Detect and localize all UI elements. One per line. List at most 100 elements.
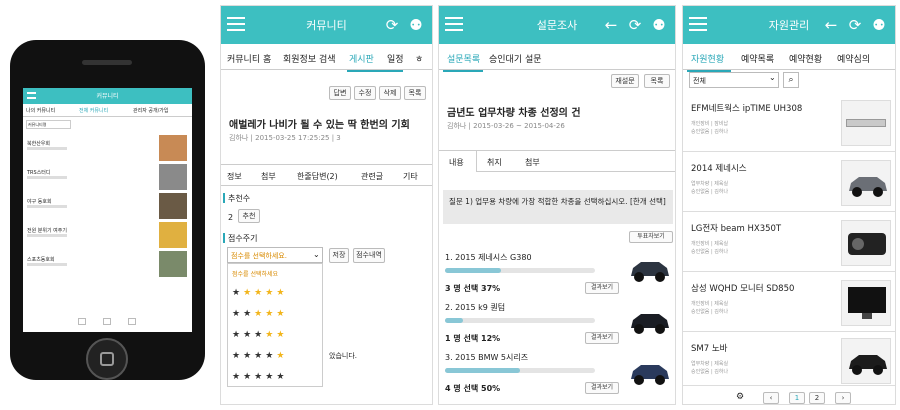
subtab-content[interactable]: 내용	[449, 157, 464, 168]
chevron-down-icon[interactable]: ⌄	[769, 73, 776, 82]
resource-item-meta: 승인없음 | 김하나	[691, 189, 729, 195]
save-score-button[interactable]: 저장	[329, 248, 349, 263]
recommend-label: 추천수	[228, 194, 251, 203]
score-option-3[interactable]: ★★★★★	[232, 330, 287, 340]
phone-item-0[interactable]: 북한산우회	[27, 140, 147, 147]
resource-item-0[interactable]: EFM네트웍스 ipTIME UH308 개인장비 | 잠비납 승인없음 | 김…	[683, 94, 895, 152]
voters-button[interactable]: 투표자보기	[629, 231, 673, 243]
score-history-button[interactable]: 점수내역	[353, 248, 385, 263]
option-1-result-button[interactable]: 결과보기	[585, 282, 619, 294]
user-search-icon[interactable]: ⚉	[869, 15, 889, 35]
phone-item-2[interactable]: 야구 동호회	[27, 198, 147, 205]
resource-item-4[interactable]: SM7 노바 업무차량 | 제육실 승인없음 | 김하나	[683, 334, 895, 386]
option-1-bar	[445, 268, 595, 273]
recommend-button[interactable]: 추천	[238, 209, 260, 223]
resource-item-meta: 승인없음 | 김하나	[691, 129, 729, 135]
tab-member-search[interactable]: 회원정보 검색	[283, 52, 336, 65]
car-image	[841, 338, 891, 384]
score-option-1[interactable]: ★★★★★	[232, 288, 287, 298]
option-2-bar	[445, 318, 595, 323]
option-3-result-button[interactable]: 결과보기	[585, 382, 619, 394]
refresh-icon[interactable]: ⟳	[382, 15, 402, 35]
resurvey-button[interactable]: 재설문	[611, 74, 639, 88]
page-prev-button[interactable]: ‹	[763, 392, 779, 404]
subtab-purpose[interactable]: 취지	[487, 157, 502, 168]
resource-item-2[interactable]: LG전자 beam HX350T 개인장비 | 제육실 승인없음 | 김하나	[683, 214, 895, 272]
tab-reservation-status[interactable]: 예약현황	[789, 52, 822, 65]
user-search-icon[interactable]: ⚉	[406, 15, 426, 35]
phone-item-1[interactable]: TRS스터디	[27, 169, 147, 176]
community-screen: 커뮤니티 ⟳ ⚉ 커뮤니티 홈 회원정보 검색 게시판 일정 ㅎ 답변 수정 삭…	[220, 5, 433, 405]
resource-filter-select[interactable]: 전체	[689, 72, 779, 88]
phone-home-button[interactable]	[86, 338, 128, 380]
subtab-attachment[interactable]: 첨부	[525, 157, 540, 168]
score-dropdown-header: 점수를 선택하세요	[232, 271, 279, 278]
phone-page-next[interactable]	[128, 318, 136, 325]
phone-item-3-image	[159, 222, 187, 248]
tab-board[interactable]: 게시판	[349, 52, 374, 65]
reply-button[interactable]: 답변	[329, 86, 351, 100]
post-subtabs: 정보 첨부 한줄답변(2) 관련글 기타	[221, 164, 432, 186]
score-option-2[interactable]: ★★★★★	[232, 309, 287, 319]
phone-item-2-image	[159, 193, 187, 219]
tab-community-home[interactable]: 커뮤니티 홈	[227, 52, 271, 65]
resource-item-meta: 업무차량 | 제육실	[691, 181, 729, 187]
resource-item-name: EFM네트웍스 ipTIME UH308	[691, 104, 803, 114]
phone-page-prev[interactable]	[78, 318, 86, 325]
phone-item-4-image	[159, 251, 187, 277]
phone-tab-all[interactable]: 전체 커뮤니티	[79, 107, 108, 114]
tab-schedule[interactable]: 일정	[387, 52, 404, 65]
settings-icon[interactable]: ⚙	[733, 392, 747, 404]
delete-button[interactable]: 삭제	[379, 86, 401, 100]
score-select[interactable]: 점수를 선택하세요.	[227, 247, 323, 263]
survey-topbar: 설문조사 ← ⟳ ⚉	[439, 6, 675, 44]
subtab-attach[interactable]: 첨부	[261, 171, 276, 182]
partial-text: 았습니다.	[329, 352, 357, 360]
survey-list-button[interactable]: 목록	[644, 74, 670, 88]
subtab-comments[interactable]: 한줄답변(2)	[297, 171, 338, 182]
page-next-button[interactable]: ›	[835, 392, 851, 404]
chevron-down-icon[interactable]: ⌄	[313, 250, 320, 259]
subtab-related[interactable]: 관련글	[361, 171, 383, 182]
option-2-result-button[interactable]: 결과보기	[585, 332, 619, 344]
tab-survey-list[interactable]: 설문목록	[447, 52, 480, 65]
community-topbar: 커뮤니티 ⟳ ⚉	[221, 6, 432, 44]
tab-reservation-list[interactable]: 예약목록	[741, 52, 774, 65]
option-3-label: 3. 2015 BMW 5시리즈	[445, 353, 529, 362]
score-marker	[223, 233, 225, 243]
phone-screen: 커뮤니티 나의 커뮤니티 전체 커뮤니티 관리자 공개/가입 커뮤니티명 북한산…	[23, 88, 192, 332]
page-1-button[interactable]: 1	[789, 392, 805, 404]
resource-item-name: 2014 제네시스	[691, 164, 747, 174]
survey-heading: 금년도 업무차량 차종 선정의 건	[447, 108, 581, 119]
page-2-button[interactable]: 2	[809, 392, 825, 404]
refresh-icon[interactable]: ⟳	[625, 15, 645, 35]
refresh-icon[interactable]: ⟳	[845, 15, 865, 35]
back-arrow-icon[interactable]: ←	[601, 15, 621, 35]
phone-page-1[interactable]	[103, 318, 111, 325]
score-option-4[interactable]: ★★★★★	[232, 351, 287, 361]
phone-tab-admin[interactable]: 관리자 공개/가입	[133, 107, 168, 114]
tab-more[interactable]: ㅎ	[415, 52, 423, 65]
resource-item-3[interactable]: 삼성 WQHD 모니터 SD850 개인장비 | 제육실 승인없음 | 김하나	[683, 274, 895, 332]
community-tabs: 커뮤니티 홈 회원정보 검색 게시판 일정 ㅎ	[221, 44, 432, 70]
phone-filter-select[interactable]: 커뮤니티명	[26, 120, 71, 129]
subtab-info[interactable]: 정보	[227, 171, 242, 182]
tab-pending-survey[interactable]: 승인대기 설문	[489, 52, 542, 65]
phone-item-3[interactable]: 전원 분위기 여주기	[27, 227, 147, 234]
phone-tabs: 나의 커뮤니티 전체 커뮤니티 관리자 공개/가입	[23, 104, 192, 117]
edit-button[interactable]: 수정	[354, 86, 376, 100]
phone-tab-mine[interactable]: 나의 커뮤니티	[26, 107, 55, 114]
search-icon[interactable]: ⌕	[783, 72, 799, 88]
option-2-label: 2. 2015 k9 퀀텀	[445, 303, 506, 312]
phone-item-4[interactable]: 스포츠동호회	[27, 256, 147, 263]
resource-item-1[interactable]: 2014 제네시스 업무차량 | 제육실 승인없음 | 김하나	[683, 154, 895, 212]
tab-resource-status[interactable]: 자원현황	[691, 52, 724, 65]
list-button[interactable]: 목록	[404, 86, 426, 100]
survey-period: 김하나 | 2015-03-26 ~ 2015-04-26	[447, 122, 565, 130]
subtab-etc[interactable]: 기타	[403, 171, 418, 182]
option-3-votes: 4 명 선택 50%	[445, 384, 501, 393]
user-search-icon[interactable]: ⚉	[649, 15, 669, 35]
tab-reservation-review[interactable]: 예약심의	[837, 52, 870, 65]
score-option-5[interactable]: ★★★★★	[232, 372, 287, 382]
back-arrow-icon[interactable]: ←	[821, 15, 841, 35]
